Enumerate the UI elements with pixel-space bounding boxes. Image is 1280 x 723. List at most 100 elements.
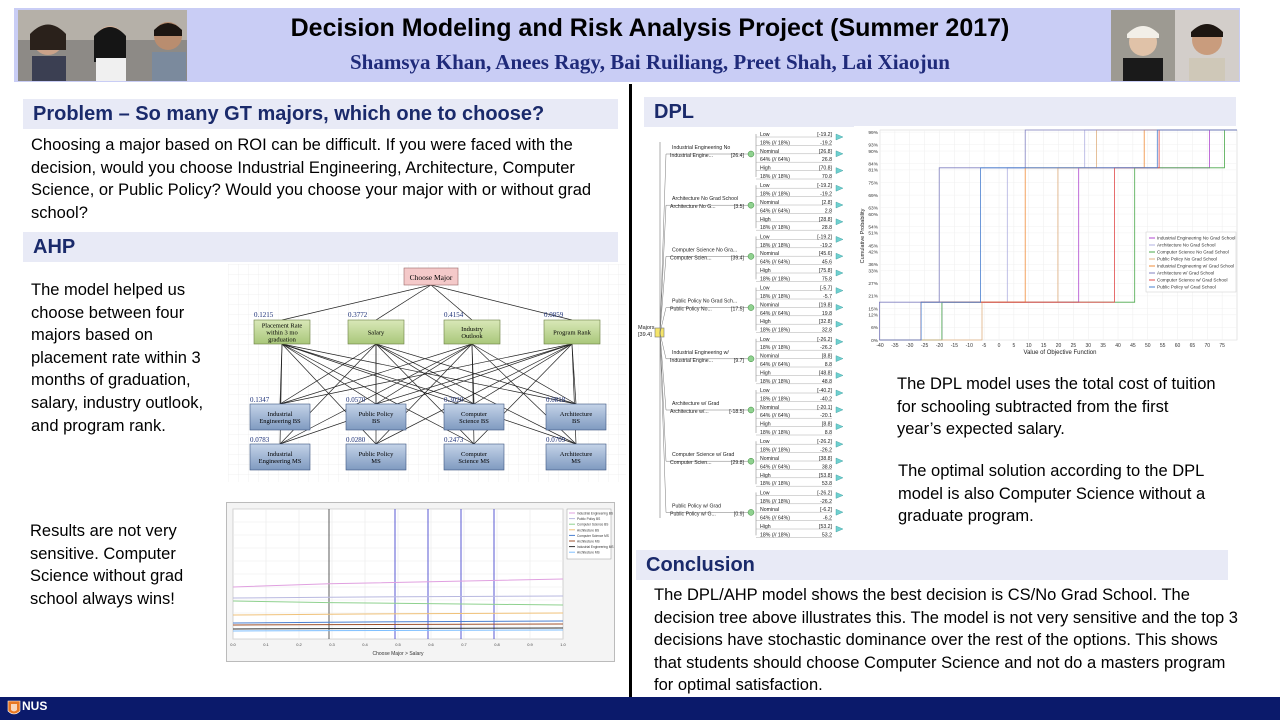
cdf-ylabel: Cumulative Probability [860, 208, 866, 263]
tree-outcome-label: 18% (// 18%) [760, 140, 790, 146]
ahp-alternative-weight: 0.2473 [444, 436, 464, 444]
cdf-xtick: -30 [906, 343, 913, 349]
team-photo-left [18, 10, 187, 81]
tree-outcome-value: 53.8 [822, 481, 832, 487]
tree-outcome-label: Low [760, 183, 770, 189]
problem-text: Choosing a major based on ROI can be dif… [31, 136, 592, 222]
cdf-legend-entry: Computer Science No Grad School [1157, 250, 1229, 255]
cdf-ytick: 6% [871, 325, 879, 331]
tree-outcome-value: [-26.2] [817, 337, 832, 343]
cdf-ytick: 63% [868, 206, 878, 212]
tree-outcome-value: 28.8 [822, 225, 832, 231]
sensitivity-xtick: 0.5 [395, 642, 401, 647]
tree-outcome-label: 64% (// 64%) [760, 157, 790, 163]
tree-outcome-value: [48.8] [819, 370, 833, 376]
sensitivity-xlabel: Choose Major > Salary [373, 651, 424, 657]
sensitivity-xtick: 0.0 [230, 642, 236, 647]
sensitivity-xtick: 0.2 [296, 642, 302, 647]
ahp-alternative-weight: 0.0818 [546, 396, 566, 404]
ahp-criterion-weight: 0.1215 [254, 311, 274, 319]
tree-outcome-label: 18% (// 18%) [760, 243, 790, 249]
tree-branch-title: Industrial Engineering w/ [672, 350, 729, 356]
cdf-legend-entry: Architecture No Grad School [1157, 243, 1215, 248]
sensitivity-legend-entry: Industrial Engineering MS [577, 545, 614, 549]
tree-outcome-value: [70.8] [819, 166, 833, 172]
ahp-criterion-label: Industry Outlook [461, 326, 483, 340]
ahp-alternative-weight: 0.0783 [250, 436, 270, 444]
tree-outcome-label: 18% (// 18%) [760, 430, 790, 436]
tree-branch-value: [29.8] [731, 460, 745, 466]
tree-terminal-node [835, 269, 844, 277]
tree-chance-node [747, 406, 755, 414]
dpl-text-optimal: The optimal solution according to the DP… [898, 462, 1206, 526]
ahp-heading: AHP [23, 232, 618, 262]
tree-outcome-label: Nominal [760, 354, 779, 360]
tree-outcome-value: -26.2 [820, 345, 832, 351]
tree-terminal-node [835, 474, 844, 482]
tree-outcome-value: 75.8 [822, 276, 832, 282]
tree-chance-node [747, 355, 755, 363]
tree-terminal-node [835, 372, 844, 379]
tree-branch-subtitle: Computer Scien... [670, 460, 712, 466]
tree-terminal-node [835, 287, 844, 294]
nus-logo-text: NUS [22, 699, 48, 713]
tree-outcome-value: -26.2 [820, 499, 832, 505]
tree-outcome-value: 8.8 [825, 362, 832, 368]
tree-outcome-value: -5.7 [823, 294, 832, 300]
sensitivity-legend-entry: Architecture MS [577, 551, 600, 555]
cdf-xtick: -35 [891, 343, 898, 349]
tree-branch-title: Architecture No Grad School [672, 196, 738, 202]
cdf-xtick: 70 [1204, 343, 1210, 349]
cdf-xtick: 60 [1175, 343, 1181, 349]
tree-chance-node [747, 509, 755, 516]
cdf-ytick: 93% [868, 143, 878, 149]
tree-outcome-value: [38.8] [819, 456, 833, 462]
tree-chance-node [747, 304, 755, 311]
tree-outcome-value: [32.8] [819, 319, 833, 325]
tree-outcome-value: [-26.2] [817, 490, 832, 496]
tree-outcome-label: 18% (// 18%) [760, 328, 790, 334]
footer-bar [0, 697, 1280, 720]
tree-outcome-value: [-19.2] [817, 234, 832, 240]
tree-branch-value: [17.5] [731, 307, 745, 313]
tree-terminal-node [835, 457, 844, 465]
tree-terminal-node [835, 492, 844, 499]
tree-outcome-label: High [760, 268, 771, 274]
tree-terminal-node [835, 508, 844, 516]
tree-outcome-label: 18% (// 18%) [760, 174, 790, 180]
poster-authors: Shamsya Khan, Anees Ragy, Bai Ruiliang, … [350, 50, 950, 74]
tree-outcome-value: -19.2 [820, 140, 832, 146]
tree-outcome-label: 64% (// 64%) [760, 260, 790, 266]
dpl-heading: DPL [644, 97, 1236, 127]
cdf-ytick: 54% [868, 224, 878, 230]
cdf-ytick: 99% [868, 130, 878, 136]
ahp-alternative-weight: 0.1347 [250, 396, 270, 404]
cdf-ytick: 60% [868, 212, 878, 218]
tree-outcome-value: [8.8] [822, 354, 833, 360]
tree-outcome-value: -19.2 [820, 243, 832, 249]
cdf-ytick: 36% [868, 262, 878, 268]
cdf-legend [1145, 231, 1237, 293]
cdf-ytick: 15% [868, 306, 878, 312]
tree-branch-subtitle: Architecture No G... [670, 204, 716, 210]
tree-terminal-node [835, 218, 844, 226]
ahp-hierarchy-diagram: Choose Major Placement Rate within 3 mo gr… [228, 264, 626, 482]
tree-outcome-label: 64% (// 64%) [760, 516, 790, 522]
tree-outcome-value: [26.8] [819, 149, 833, 155]
tree-outcome-value: 53.2 [822, 532, 832, 538]
tree-outcome-label: 64% (// 64%) [760, 464, 790, 470]
ahp-criterion-weight: 0.4154 [444, 311, 464, 319]
cdf-xtick: 10 [1026, 343, 1032, 349]
cdf-legend-entry: Industrial Engineering No Grad School [1157, 236, 1235, 241]
cdf-ytick: 51% [868, 231, 878, 237]
cdf-ytick: 33% [868, 269, 878, 275]
tree-outcome-label: High [760, 524, 771, 530]
tree-branch-title: Architecture w/ Grad [672, 401, 719, 407]
cdf-xtick: -25 [921, 343, 928, 349]
tree-outcome-label: 64% (// 64%) [760, 413, 790, 419]
tree-terminal-node [835, 320, 844, 328]
sensitivity-legend-entry: Public Policy BS [577, 517, 600, 521]
tree-outcome-label: High [760, 422, 771, 428]
tree-terminal-node [835, 355, 844, 362]
tree-outcome-value: [-19.2] [817, 132, 832, 138]
